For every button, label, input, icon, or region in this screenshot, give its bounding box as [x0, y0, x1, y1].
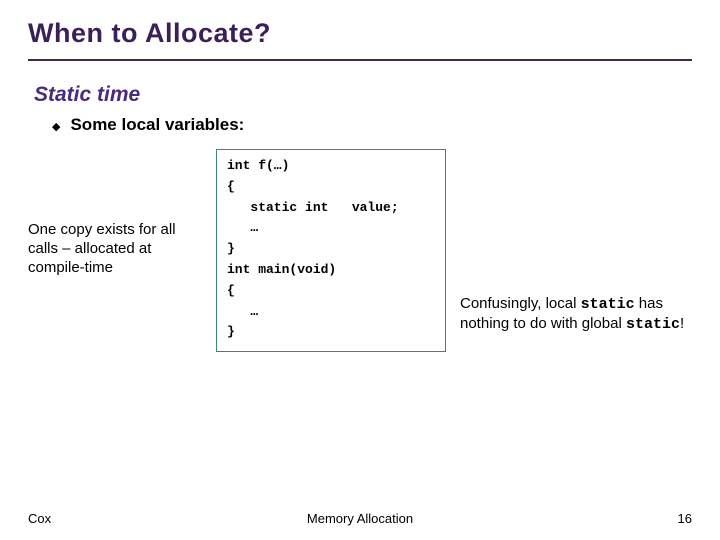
code-line: } [227, 324, 235, 339]
code-line: { [227, 179, 235, 194]
code-line: { [227, 283, 235, 298]
code-line: int f(…) [227, 158, 289, 173]
anno-text: Confusingly, local [460, 295, 581, 312]
content-area: int f(…) { static int value; … } int mai… [28, 149, 692, 449]
title-underline [28, 59, 692, 61]
left-annotation: One copy exists for all calls – allocate… [28, 221, 208, 277]
diamond-icon: ◆ [52, 120, 60, 133]
footer-author: Cox [28, 511, 51, 526]
bullet-item: ◆ Some local variables: [52, 115, 692, 135]
code-line: int main(void) [227, 262, 336, 277]
code-line: static int value; [227, 200, 399, 215]
code-keyword: static [581, 296, 635, 313]
code-block: int f(…) { static int value; … } int mai… [216, 149, 446, 352]
section-subhead: Static time [34, 83, 692, 107]
slide-footer: Cox Memory Allocation 16 [28, 511, 692, 526]
code-keyword: static [626, 316, 680, 333]
footer-title: Memory Allocation [307, 511, 413, 526]
code-line: … [227, 220, 258, 235]
code-line: … [227, 304, 258, 319]
bullet-label: Some local variables: [70, 115, 244, 135]
anno-text: ! [680, 315, 684, 332]
right-annotation: Confusingly, local static has nothing to… [460, 295, 710, 335]
code-line: } [227, 241, 235, 256]
slide-title: When to Allocate? [28, 18, 692, 49]
footer-page-number: 16 [678, 511, 692, 526]
